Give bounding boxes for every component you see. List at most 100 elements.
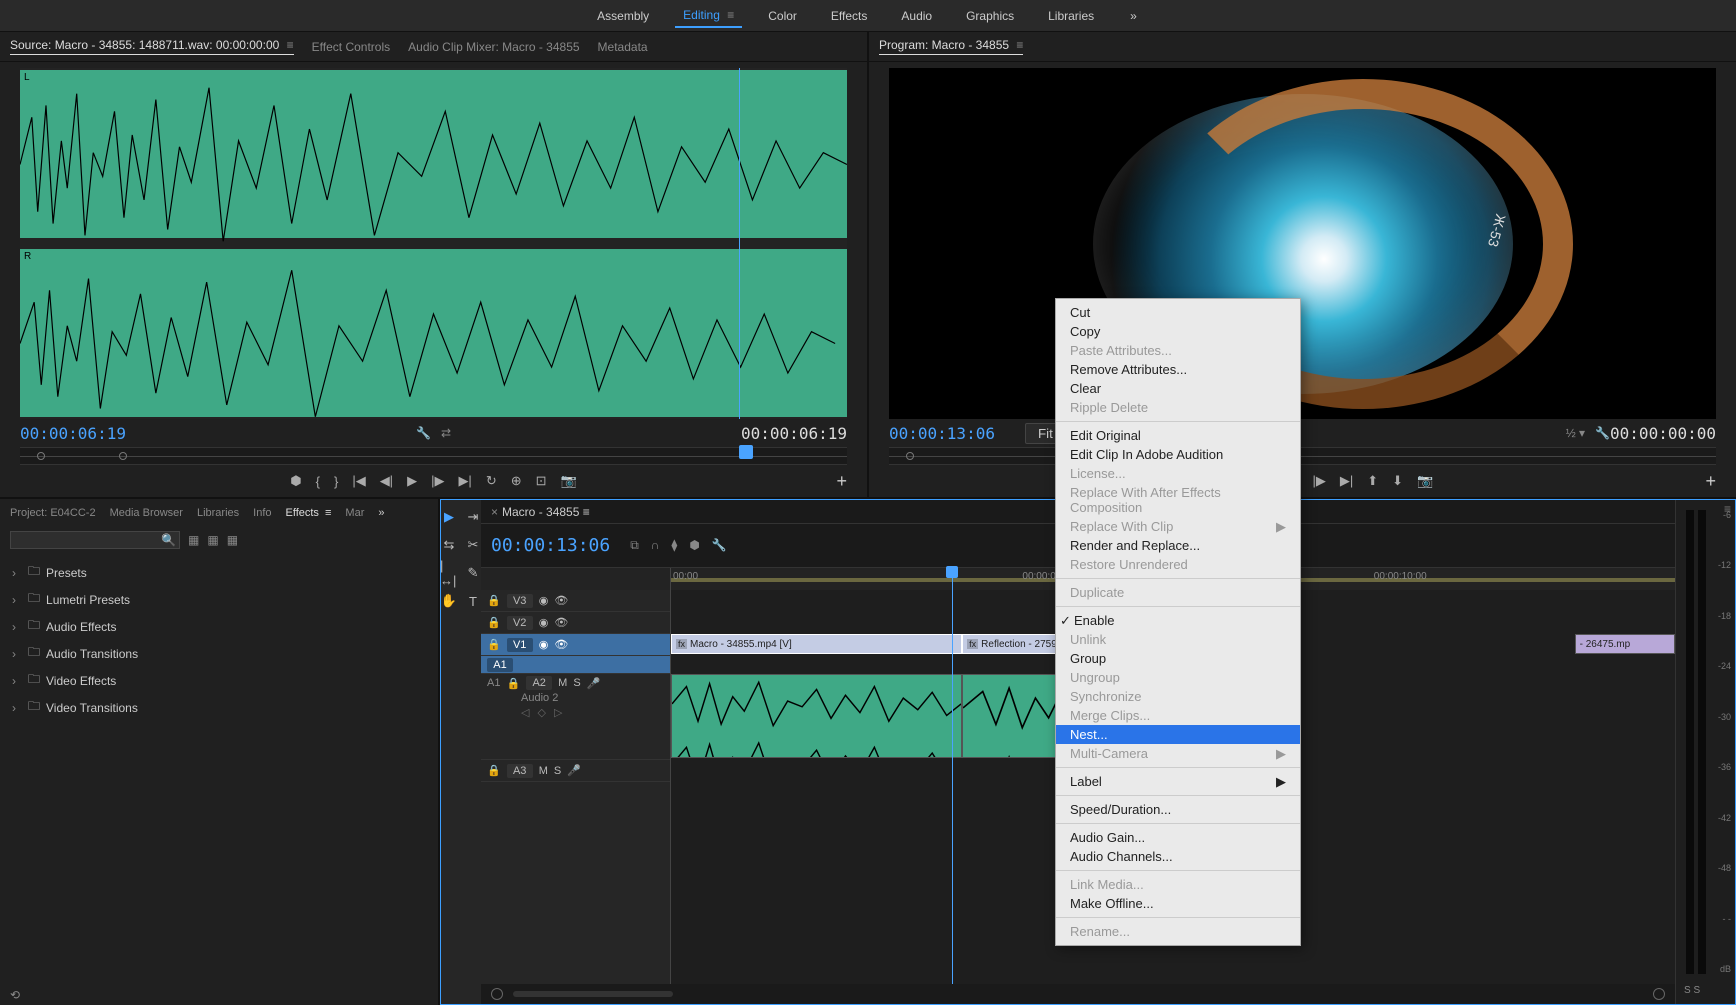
slip-tool-icon[interactable]: |↔| xyxy=(440,564,458,582)
tab-info[interactable]: Info xyxy=(253,507,271,519)
loop-icon[interactable]: ↻ xyxy=(486,473,497,489)
ctx-remove-attributes[interactable]: Remove Attributes... xyxy=(1056,360,1300,379)
lift-icon[interactable]: ⬆ xyxy=(1367,473,1378,489)
mute-button[interactable]: M xyxy=(539,765,548,777)
lock-icon[interactable]: 🔒 xyxy=(487,638,501,651)
ctx-edit-original[interactable]: Edit Original xyxy=(1056,426,1300,445)
track-head-a1[interactable]: A1 xyxy=(481,656,670,674)
mark-out-icon[interactable]: } xyxy=(334,474,338,489)
tab-program[interactable]: Program: Macro - 34855 ≡ xyxy=(879,38,1023,55)
ctx-audio-gain[interactable]: Audio Gain... xyxy=(1056,828,1300,847)
zoom-out-icon[interactable] xyxy=(491,988,503,1000)
snap-icon[interactable]: ⧉ xyxy=(630,538,639,553)
toggle-output-icon[interactable]: ◉ xyxy=(539,616,549,629)
track-select-tool-icon[interactable]: ⇥ xyxy=(464,508,482,526)
close-icon[interactable]: × xyxy=(491,505,498,519)
ws-audio[interactable]: Audio xyxy=(893,5,940,27)
source-scrubber[interactable] xyxy=(20,447,847,465)
resolution-select-icon[interactable]: ½ ▾ xyxy=(1566,426,1585,440)
insert-icon[interactable]: ⊕ xyxy=(511,473,522,489)
ws-graphics[interactable]: Graphics xyxy=(958,5,1022,27)
step-fwd-icon[interactable]: |▶ xyxy=(1313,473,1326,489)
settings-icon[interactable]: ⬢ xyxy=(689,538,699,553)
lock-icon[interactable]: 🔒 xyxy=(487,594,501,607)
program-tc-left[interactable]: 00:00:13:06 xyxy=(889,424,995,443)
tab-effect-controls[interactable]: Effect Controls xyxy=(312,40,390,54)
toggle-output-icon[interactable]: ◉ xyxy=(539,594,549,607)
tab-libraries[interactable]: Libraries xyxy=(197,507,239,519)
wrench-icon[interactable]: 🔧 xyxy=(712,538,727,553)
menu-icon[interactable]: ≡ xyxy=(1016,38,1023,52)
step-back-icon[interactable]: ◀| xyxy=(380,473,393,489)
go-to-out-icon[interactable]: ▶| xyxy=(1340,473,1353,489)
menu-icon[interactable]: ≡ xyxy=(583,505,590,519)
go-to-out-icon[interactable]: ▶| xyxy=(458,473,471,489)
tab-media-browser[interactable]: Media Browser xyxy=(110,507,183,519)
export-frame-icon[interactable]: 📷 xyxy=(561,473,577,489)
clip-macro-video[interactable]: fxMacro - 34855.mp4 [V] xyxy=(671,634,962,654)
button-editor-icon[interactable]: + xyxy=(1705,471,1716,492)
tree-audio-effects[interactable]: ›🗀Audio Effects xyxy=(12,613,426,640)
tree-presets[interactable]: ›🗀Presets xyxy=(12,559,426,586)
track-head-v3[interactable]: 🔒V3◉👁 xyxy=(481,590,670,612)
ws-editing[interactable]: Editing ≡ xyxy=(675,4,742,28)
export-frame-icon[interactable]: 📷 xyxy=(1417,473,1433,489)
keyframe-prev-icon[interactable]: ◁ xyxy=(521,706,529,719)
lock-icon[interactable]: 🔒 xyxy=(487,616,501,629)
timeline-playhead[interactable] xyxy=(952,568,953,590)
overwrite-icon[interactable]: ⊡ xyxy=(536,473,547,489)
source-playhead[interactable] xyxy=(739,68,740,419)
mark-in-icon[interactable]: { xyxy=(316,474,320,489)
ws-effects[interactable]: Effects xyxy=(823,5,875,27)
tab-project[interactable]: Project: E04CC-2 xyxy=(10,507,96,519)
tab-markers[interactable]: Mar xyxy=(345,507,364,519)
settings-icon[interactable]: ⇄ xyxy=(441,426,451,440)
ctx-speed-duration[interactable]: Speed/Duration... xyxy=(1056,800,1300,819)
toggle-output-icon[interactable]: ◉ xyxy=(539,638,549,651)
track-head-v2[interactable]: 🔒V2◉👁 xyxy=(481,612,670,634)
clip-audio-1[interactable] xyxy=(671,674,962,758)
program-monitor[interactable]: Ж-53 xyxy=(889,68,1716,419)
fx-32-icon[interactable]: ▦ xyxy=(207,533,218,547)
step-fwd-icon[interactable]: |▶ xyxy=(431,473,444,489)
sequence-tab[interactable]: ×Macro - 34855 ≡ xyxy=(491,505,590,519)
wrench-icon[interactable]: 🔧 xyxy=(416,426,431,440)
mic-icon[interactable]: 🎤 xyxy=(587,677,601,690)
wrench-icon[interactable]: 🔧 xyxy=(1595,426,1610,440)
tree-audio-transitions[interactable]: ›🗀Audio Transitions xyxy=(12,640,426,667)
clip-26475[interactable]: - 26475.mp xyxy=(1575,634,1675,654)
mark-clip-icon[interactable]: ⬢ xyxy=(290,473,301,489)
pen-tool-icon[interactable]: ✎ xyxy=(464,564,482,582)
zoom-slider[interactable] xyxy=(513,991,673,997)
tab-audio-mixer[interactable]: Audio Clip Mixer: Macro - 34855 xyxy=(408,40,579,54)
ctx-label[interactable]: Label▶ xyxy=(1056,772,1300,791)
razor-tool-icon[interactable]: ✂ xyxy=(464,536,482,554)
fx-yuv-icon[interactable]: ▦ xyxy=(227,533,238,547)
scrub-handle[interactable] xyxy=(739,445,753,459)
ctx-copy[interactable]: Copy xyxy=(1056,322,1300,341)
keyframe-add-icon[interactable]: ◇ xyxy=(537,706,545,719)
menu-icon[interactable]: ≡ xyxy=(325,507,331,519)
menu-icon[interactable]: ≡ xyxy=(287,38,294,52)
tabs-overflow[interactable]: » xyxy=(378,507,384,519)
tree-lumetri-presets[interactable]: ›🗀Lumetri Presets xyxy=(12,586,426,613)
keyframe-next-icon[interactable]: ▷ xyxy=(554,706,562,719)
button-editor-icon[interactable]: + xyxy=(836,471,847,492)
tab-source[interactable]: Source: Macro - 34855: 1488711.wav: 00:0… xyxy=(10,38,294,55)
fx-badge-icon[interactable]: ▦ xyxy=(188,533,199,547)
ws-color[interactable]: Color xyxy=(760,5,805,27)
marker-icon[interactable]: ⧫ xyxy=(671,538,677,553)
ws-assembly[interactable]: Assembly xyxy=(589,5,657,27)
timeline-tc[interactable]: 00:00:13:06 xyxy=(491,535,610,556)
selection-tool-icon[interactable]: ▶ xyxy=(440,508,458,526)
search-icon[interactable]: 🔍 xyxy=(161,533,176,547)
solo-button[interactable]: S xyxy=(573,677,580,689)
tree-video-effects[interactable]: ›🗀Video Effects xyxy=(12,667,426,694)
go-to-in-icon[interactable]: |◀ xyxy=(352,473,365,489)
program-scrubber[interactable] xyxy=(889,447,1716,465)
mic-icon[interactable]: 🎤 xyxy=(567,764,581,777)
ctx-clear[interactable]: Clear xyxy=(1056,379,1300,398)
eye-icon[interactable]: 👁 xyxy=(554,616,568,629)
ctx-enable[interactable]: ✓Enable xyxy=(1056,611,1300,630)
type-tool-icon[interactable]: T xyxy=(464,592,482,610)
